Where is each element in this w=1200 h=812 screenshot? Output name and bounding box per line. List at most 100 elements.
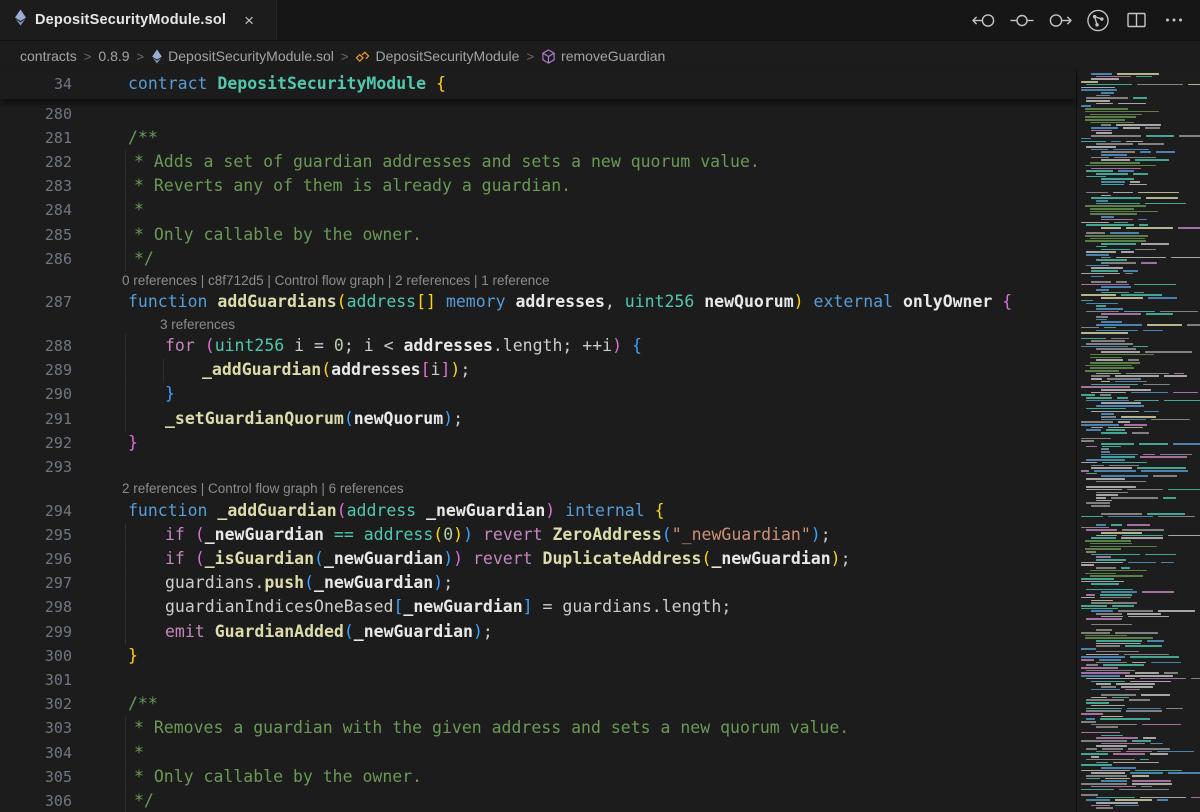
minimap-token <box>1191 678 1200 680</box>
minimap-token <box>1101 743 1145 745</box>
token: = guardians.length; <box>533 597 732 616</box>
minimap-line <box>1090 575 1143 577</box>
minimap-token <box>1086 799 1110 801</box>
code-text: * <box>0 741 1076 765</box>
minimap-line <box>1085 573 1116 575</box>
minimap-line <box>1101 735 1123 737</box>
minimap-token <box>1101 716 1123 718</box>
minimap-token <box>1140 456 1187 458</box>
minimap-line <box>1091 697 1129 699</box>
minimap-token <box>1096 559 1126 561</box>
minimap-token <box>1126 373 1169 375</box>
minimap-token <box>1081 605 1107 607</box>
sticky-scroll-line[interactable]: 34 contract DepositSecurityModule { <box>0 71 1076 99</box>
minimap-token <box>1142 591 1174 593</box>
more-actions-icon[interactable] <box>1162 8 1186 32</box>
minimap-token <box>1096 200 1108 202</box>
minimap-line <box>1086 529 1164 531</box>
minimap-line <box>1085 116 1136 118</box>
minimap-line <box>1090 211 1158 213</box>
minimap-token <box>1091 197 1141 199</box>
minimap-token <box>1101 443 1134 445</box>
codelens-links[interactable]: 0 references | c8f712d5 | Control flow g… <box>0 271 1076 290</box>
minimap-line <box>1086 97 1147 99</box>
minimap-token <box>1086 311 1119 313</box>
minimap-token <box>1085 573 1116 575</box>
token <box>185 525 195 544</box>
minimap-token <box>1156 151 1175 153</box>
minimap-token <box>1123 270 1138 272</box>
minimap-token <box>1102 446 1121 448</box>
minimap-line <box>1091 375 1187 377</box>
code-editor[interactable]: 280281/**282* Adds a set of guardian add… <box>0 0 1076 812</box>
minimap-token <box>1091 73 1112 75</box>
minimap-line <box>1086 265 1109 267</box>
minimap-token <box>1106 429 1125 431</box>
minimap-token <box>1121 294 1162 296</box>
token: _newGuardian <box>205 525 324 544</box>
token <box>992 292 1002 311</box>
token: ( <box>344 622 354 641</box>
minimap[interactable] <box>1076 71 1200 812</box>
minimap-line <box>1096 567 1130 569</box>
minimap-token <box>1101 154 1127 156</box>
minimap-token <box>1085 111 1159 113</box>
minimap-line <box>1081 562 1174 564</box>
codelens-links[interactable]: 2 references | Control flow graph | 6 re… <box>0 479 1076 498</box>
minimap-line <box>1091 805 1139 807</box>
minimap-line <box>1096 683 1155 685</box>
minimap-token <box>1091 554 1140 556</box>
minimap-token <box>1086 618 1122 620</box>
minimap-token <box>1081 138 1091 140</box>
minimap-token <box>1145 351 1192 353</box>
minimap-token <box>1096 745 1127 747</box>
minimap-token <box>1119 789 1169 791</box>
minimap-line <box>1081 659 1121 661</box>
token: */ <box>134 249 154 268</box>
minimap-token <box>1086 254 1109 256</box>
minimap-token <box>1135 159 1169 161</box>
minimap-token <box>1081 222 1109 224</box>
minimap-token <box>1081 562 1123 564</box>
minimap-token <box>1096 330 1138 332</box>
minimap-line <box>1096 613 1161 615</box>
token: contract <box>128 74 207 93</box>
split-editor-icon[interactable] <box>1124 8 1148 32</box>
token: ) <box>545 501 555 520</box>
minimap-line <box>1091 168 1141 170</box>
minimap-token <box>1101 416 1116 418</box>
minimap-line <box>1096 559 1126 561</box>
minimap-token <box>1090 362 1140 364</box>
minimap-line <box>1096 500 1112 502</box>
minimap-token <box>1158 610 1195 612</box>
token: guardianIndicesOneBased <box>165 597 393 616</box>
minimap-token <box>1085 370 1119 372</box>
minimap-token <box>1090 114 1142 116</box>
token: _addGuardian <box>202 360 321 379</box>
code-text: * Removes a guardian with the given addr… <box>0 716 1076 740</box>
minimap-token <box>1081 794 1098 796</box>
minimap-line <box>1101 159 1169 161</box>
minimap-token <box>1081 338 1106 340</box>
token: /** <box>128 694 158 713</box>
minimap-token <box>1081 581 1124 583</box>
minimap-token <box>1081 81 1098 83</box>
minimap-line <box>1086 311 1198 313</box>
minimap-token <box>1101 591 1137 593</box>
control-flow-graph-icon[interactable] <box>1086 8 1110 32</box>
token <box>185 549 195 568</box>
minimap-token <box>1086 176 1106 178</box>
code-line: 295if (_newGuardian == address(0)) rever… <box>0 523 1076 548</box>
minimap-line <box>1101 216 1114 218</box>
minimap-token <box>1096 359 1123 361</box>
minimap-token <box>1081 284 1129 286</box>
code-line: 280 <box>0 102 1076 127</box>
codelens-links[interactable]: 3 references <box>0 315 1076 334</box>
minimap-line <box>1101 780 1171 782</box>
minimap-token <box>1141 470 1188 472</box>
minimap-line <box>1086 176 1106 178</box>
minimap-line <box>1081 597 1131 599</box>
token: ; <box>460 360 470 379</box>
minimap-line <box>1085 205 1146 207</box>
token <box>893 292 903 311</box>
